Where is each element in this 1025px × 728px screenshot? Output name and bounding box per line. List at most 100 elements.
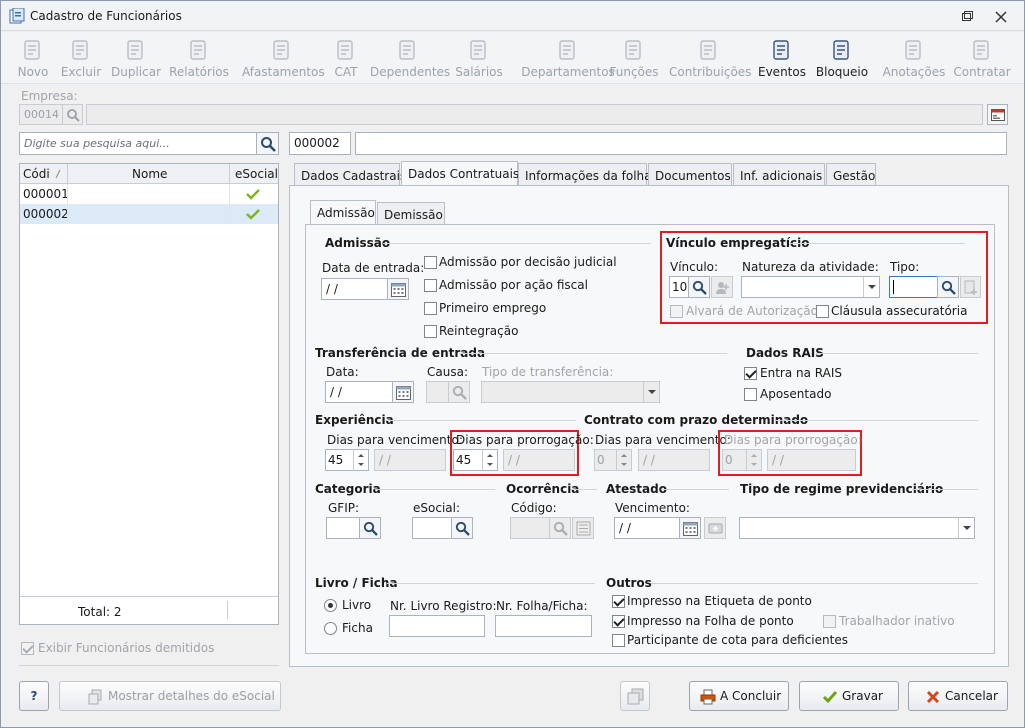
contrato-prorr-spin-buttons[interactable] — [746, 449, 760, 471]
regime-dropdown[interactable] — [739, 517, 975, 539]
transf-data-field[interactable]: / / — [325, 381, 393, 403]
vinculo-add-button[interactable] — [711, 276, 733, 298]
table-row[interactable]: 000001 — [20, 184, 278, 204]
subtab-demissao[interactable]: Demissão — [377, 202, 445, 226]
tab-documentos[interactable]: Documentos — [648, 163, 732, 187]
etiqueta-ponto-checkbox[interactable] — [612, 595, 625, 608]
atestado-add-button[interactable] — [704, 517, 726, 539]
toolbar-funcoes-button[interactable]: Funções — [607, 36, 661, 82]
toolbar-label: Contribuições — [669, 65, 752, 79]
employee-name-field[interactable] — [355, 132, 1007, 155]
grid-col-code[interactable]: Códi — [23, 167, 50, 181]
table-row[interactable]: 000002 — [20, 204, 278, 224]
alvara-checkbox[interactable] — [670, 305, 683, 318]
toolbar-cat-button[interactable]: CAT — [330, 36, 362, 82]
data-entrada-field[interactable]: / / — [321, 278, 388, 300]
toolbar-duplicar-button[interactable]: Duplicar — [111, 36, 161, 82]
ocorrencia-codigo-field[interactable] — [510, 517, 550, 539]
cota-deficientes-checkbox[interactable] — [612, 634, 625, 647]
exp-prorr-spin-buttons[interactable] — [482, 449, 496, 471]
toolbar-contratar-button[interactable]: Contratar — [953, 36, 1011, 82]
clausula-checkbox[interactable] — [816, 305, 829, 318]
help-button[interactable]: ? — [19, 681, 49, 711]
chevron-down-icon[interactable] — [958, 518, 974, 538]
folha-ponto-checkbox[interactable] — [612, 615, 625, 628]
tab-gestao[interactable]: Gestão — [826, 163, 876, 187]
toolbar-eventos-button[interactable]: Eventos — [756, 36, 808, 82]
toolbar-salarios-button[interactable]: Salários — [453, 36, 505, 82]
reintegracao-checkbox[interactable] — [424, 325, 437, 338]
ocorrencia-search-button[interactable] — [549, 517, 571, 539]
atestado-venc-field[interactable]: / / — [614, 517, 680, 539]
toolbar-dependentes-button[interactable]: Dependentes — [370, 36, 450, 82]
toolbar-novo-button[interactable]: Novo — [13, 36, 53, 82]
livro-radio[interactable] — [324, 599, 337, 612]
causa-field[interactable] — [426, 381, 450, 403]
entra-rais-checkbox[interactable] — [744, 367, 757, 380]
contract-icon — [973, 40, 989, 60]
esocial-details-button[interactable]: Mostrar detalhes do eSocial — [59, 681, 281, 711]
chevron-down-icon[interactable] — [863, 277, 879, 297]
vinculo-search-button[interactable] — [688, 276, 710, 298]
employee-code-field[interactable]: 000002 — [289, 132, 351, 155]
nr-folha-field[interactable] — [495, 615, 592, 637]
tab-dados-contratuais[interactable]: Dados Contratuais — [401, 161, 519, 187]
tipo-add-button[interactable] — [960, 276, 981, 298]
tab-informacoes-da-folha[interactable]: Informações da folha — [518, 163, 652, 187]
ocorrencia-list-button[interactable] — [572, 517, 594, 539]
tipo-transf-dropdown[interactable] — [481, 381, 660, 403]
trabalhador-inativo-checkbox[interactable] — [823, 615, 836, 628]
subtab-admissao[interactable]: Admissão — [310, 200, 376, 226]
search-button[interactable] — [256, 132, 279, 155]
admissao-fiscal-checkbox[interactable] — [424, 279, 437, 292]
atestado-calendar-button[interactable] — [679, 517, 701, 539]
chevron-down-icon[interactable] — [643, 382, 659, 402]
toolbar-afastamentos-button[interactable]: Afastamentos — [242, 36, 325, 82]
aposentado-label: Aposentado — [760, 387, 832, 401]
esocial-cat-field[interactable] — [412, 517, 452, 539]
esocial-cat-search-button[interactable] — [451, 517, 473, 539]
natureza-dropdown[interactable] — [741, 276, 880, 298]
toolbar-excluir-button[interactable]: Excluir — [59, 36, 103, 82]
close-icon[interactable] — [995, 11, 1007, 23]
contrato-venc-date: / / — [638, 449, 710, 471]
admissao-judicial-checkbox[interactable] — [424, 256, 437, 269]
causa-search-button[interactable] — [448, 381, 470, 403]
cancelar-button[interactable]: Cancelar — [908, 681, 1008, 711]
tipo-field[interactable] — [889, 276, 938, 298]
empresa-card-button[interactable] — [987, 104, 1008, 125]
grid-col-name[interactable]: Nome — [132, 167, 167, 181]
ficha-radio[interactable] — [324, 622, 337, 635]
toolbar-anotacoes-button[interactable]: Anotações — [881, 36, 947, 82]
contrato-venc-spin-buttons[interactable] — [616, 449, 630, 471]
search-icon — [363, 521, 378, 536]
concluir-label: A Concluir — [720, 689, 782, 703]
tab-inf-adicionais[interactable]: Inf. adicionais — [733, 163, 825, 187]
grid-col-esocial[interactable]: eSocial — [235, 167, 278, 181]
vinculo-field[interactable]: 10 — [669, 276, 689, 298]
aposentado-checkbox[interactable] — [744, 388, 757, 401]
gfip-field[interactable] — [326, 517, 360, 539]
restore-icon[interactable] — [961, 11, 973, 23]
search-input[interactable]: Digite sua pesquisa aqui... — [19, 132, 257, 155]
toolbar: Novo Excluir Duplicar Relatórios Afastamento… — [1, 32, 1024, 84]
nr-livro-field[interactable] — [389, 615, 485, 637]
exp-venc-spin-buttons[interactable] — [353, 449, 367, 471]
data-entrada-calendar-button[interactable] — [387, 278, 409, 300]
empresa-name-field[interactable] — [86, 104, 983, 125]
gravar-button[interactable]: Gravar — [799, 681, 899, 711]
empresa-code-field[interactable]: 00014 — [19, 104, 63, 125]
toolbar-contribuicoes-button[interactable]: Contribuições — [669, 36, 752, 82]
tab-dados-cadastrais[interactable]: Dados Cadastrais — [294, 163, 406, 187]
show-dismissed-checkbox[interactable] — [21, 642, 34, 655]
empresa-search-button[interactable] — [62, 104, 83, 125]
concluir-button[interactable]: A Concluir — [689, 681, 789, 711]
copy-button[interactable] — [620, 681, 650, 711]
transf-calendar-button[interactable] — [392, 381, 414, 403]
toolbar-departamentos-button[interactable]: Departamentos — [521, 36, 615, 82]
toolbar-bloqueio-button[interactable]: Bloqueio — [814, 36, 870, 82]
tipo-search-button[interactable] — [937, 276, 959, 298]
toolbar-relatorios-button[interactable]: Relatórios — [169, 36, 229, 82]
gfip-search-button[interactable] — [359, 517, 381, 539]
primeiro-emprego-checkbox[interactable] — [424, 302, 437, 315]
